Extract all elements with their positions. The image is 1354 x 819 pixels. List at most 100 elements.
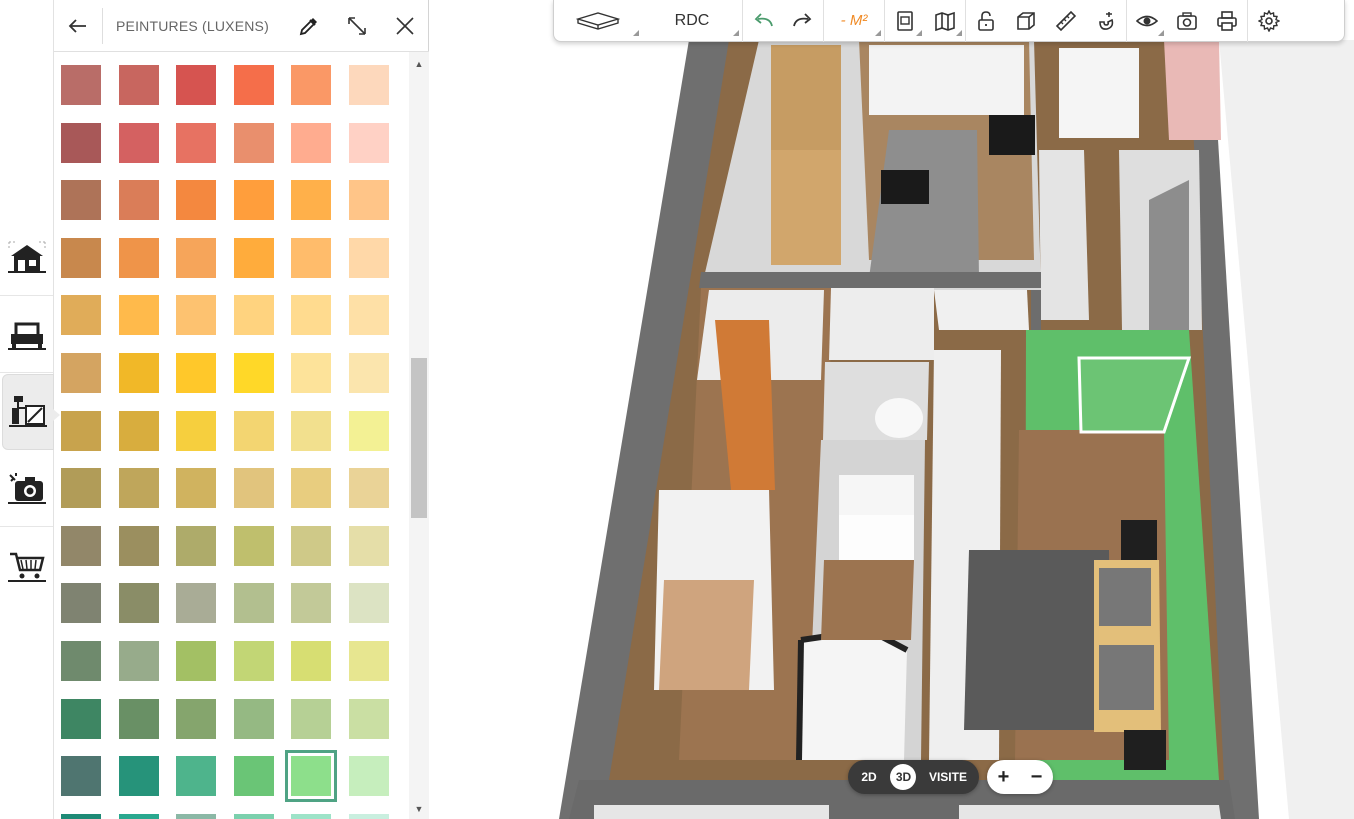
scroll-up-arrow-icon[interactable]: ▲ bbox=[409, 56, 429, 72]
color-swatch[interactable] bbox=[291, 123, 331, 163]
color-swatch[interactable] bbox=[176, 468, 216, 508]
color-swatch[interactable] bbox=[61, 65, 101, 105]
color-swatch[interactable] bbox=[234, 238, 274, 278]
color-swatch[interactable] bbox=[349, 583, 389, 623]
color-swatch[interactable] bbox=[291, 699, 331, 739]
color-swatch[interactable] bbox=[119, 411, 159, 451]
color-swatch[interactable] bbox=[119, 814, 159, 819]
color-swatch[interactable] bbox=[119, 526, 159, 566]
color-swatch[interactable] bbox=[61, 641, 101, 681]
color-swatch[interactable] bbox=[291, 583, 331, 623]
color-swatch[interactable] bbox=[176, 411, 216, 451]
color-swatch[interactable] bbox=[176, 123, 216, 163]
area-button[interactable]: - M² bbox=[824, 0, 884, 42]
scroll-down-arrow-icon[interactable]: ▼ bbox=[409, 801, 429, 817]
color-swatch[interactable] bbox=[176, 526, 216, 566]
color-swatch[interactable] bbox=[119, 641, 159, 681]
screenshot-button[interactable] bbox=[1167, 0, 1207, 42]
color-swatch[interactable] bbox=[291, 814, 331, 819]
color-swatch[interactable] bbox=[234, 756, 274, 796]
color-swatch[interactable] bbox=[349, 411, 389, 451]
view-button[interactable] bbox=[1127, 0, 1167, 42]
color-swatch[interactable] bbox=[349, 756, 389, 796]
rail-decoration-button[interactable] bbox=[2, 374, 60, 450]
color-swatch[interactable] bbox=[234, 295, 274, 335]
color-swatch[interactable] bbox=[234, 65, 274, 105]
color-swatch[interactable] bbox=[176, 295, 216, 335]
color-swatch[interactable] bbox=[176, 353, 216, 393]
color-swatch[interactable] bbox=[285, 750, 337, 802]
redo-button[interactable] bbox=[783, 0, 823, 42]
print-button[interactable] bbox=[1207, 0, 1247, 42]
color-swatch[interactable] bbox=[349, 180, 389, 220]
color-swatch[interactable] bbox=[61, 411, 101, 451]
eyedropper-button[interactable] bbox=[285, 0, 333, 52]
settings-button[interactable] bbox=[1248, 0, 1290, 42]
color-swatch[interactable] bbox=[234, 180, 274, 220]
color-swatch[interactable] bbox=[234, 814, 274, 819]
color-swatch[interactable] bbox=[61, 699, 101, 739]
color-swatch[interactable] bbox=[349, 65, 389, 105]
color-swatch[interactable] bbox=[291, 526, 331, 566]
mode-visit-button[interactable]: VISITE bbox=[925, 764, 971, 790]
color-swatch[interactable] bbox=[349, 238, 389, 278]
map-button[interactable] bbox=[925, 0, 965, 42]
color-swatch[interactable] bbox=[291, 468, 331, 508]
color-swatch[interactable] bbox=[176, 180, 216, 220]
color-swatch[interactable] bbox=[61, 814, 101, 819]
color-swatch[interactable] bbox=[234, 353, 274, 393]
color-swatch[interactable] bbox=[119, 353, 159, 393]
color-swatch[interactable] bbox=[349, 123, 389, 163]
color-swatch[interactable] bbox=[119, 583, 159, 623]
color-swatch[interactable] bbox=[119, 180, 159, 220]
back-button[interactable] bbox=[54, 0, 102, 52]
color-swatch[interactable] bbox=[291, 180, 331, 220]
color-swatch[interactable] bbox=[291, 353, 331, 393]
color-swatch[interactable] bbox=[61, 123, 101, 163]
color-swatch[interactable] bbox=[349, 641, 389, 681]
color-swatch[interactable] bbox=[119, 238, 159, 278]
color-swatch[interactable] bbox=[61, 468, 101, 508]
close-button[interactable] bbox=[381, 0, 429, 52]
rail-cart-button[interactable] bbox=[0, 528, 53, 604]
color-swatch[interactable] bbox=[234, 411, 274, 451]
color-swatch[interactable] bbox=[234, 641, 274, 681]
color-swatch[interactable] bbox=[234, 123, 274, 163]
mode-3d-button[interactable]: 3D bbox=[890, 764, 917, 790]
color-swatch[interactable] bbox=[291, 65, 331, 105]
color-swatch[interactable] bbox=[61, 756, 101, 796]
rail-photo-button[interactable] bbox=[0, 451, 53, 527]
document-button[interactable] bbox=[885, 0, 925, 42]
color-swatch[interactable] bbox=[176, 756, 216, 796]
color-swatch[interactable] bbox=[61, 295, 101, 335]
cube-button[interactable] bbox=[1006, 0, 1046, 42]
mode-2d-button[interactable]: 2D bbox=[856, 764, 882, 790]
expand-button[interactable] bbox=[333, 0, 381, 52]
color-swatch[interactable] bbox=[234, 583, 274, 623]
color-swatch[interactable] bbox=[61, 180, 101, 220]
color-swatch[interactable] bbox=[234, 526, 274, 566]
color-swatch[interactable] bbox=[119, 65, 159, 105]
scroll-thumb[interactable] bbox=[411, 358, 427, 518]
color-swatch[interactable] bbox=[349, 468, 389, 508]
magnet-button[interactable] bbox=[1086, 0, 1126, 42]
rail-building-button[interactable] bbox=[0, 220, 53, 296]
color-swatch[interactable] bbox=[61, 526, 101, 566]
color-swatch[interactable] bbox=[234, 468, 274, 508]
floor-3d-button[interactable] bbox=[554, 0, 642, 42]
measure-button[interactable] bbox=[1046, 0, 1086, 42]
zoom-in-button[interactable]: + bbox=[998, 766, 1010, 789]
undo-button[interactable] bbox=[743, 0, 783, 42]
color-swatch[interactable] bbox=[176, 238, 216, 278]
color-swatch[interactable] bbox=[349, 295, 389, 335]
color-swatch[interactable] bbox=[176, 641, 216, 681]
color-swatch[interactable] bbox=[119, 468, 159, 508]
color-swatch[interactable] bbox=[176, 699, 216, 739]
color-swatch[interactable] bbox=[61, 353, 101, 393]
color-swatch[interactable] bbox=[176, 814, 216, 819]
zoom-out-button[interactable]: − bbox=[1031, 766, 1043, 789]
color-swatch[interactable] bbox=[61, 583, 101, 623]
color-swatch[interactable] bbox=[119, 123, 159, 163]
lock-button[interactable] bbox=[966, 0, 1006, 42]
rail-furniture-button[interactable] bbox=[0, 297, 53, 373]
